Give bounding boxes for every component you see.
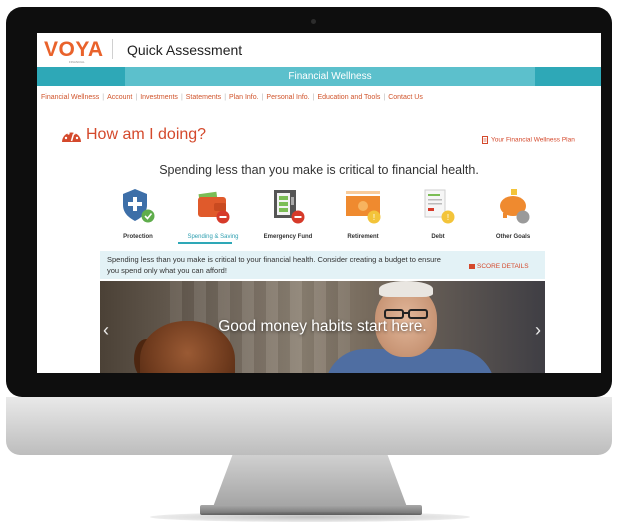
nav-separator: | bbox=[135, 94, 138, 101]
category-emergency-fund[interactable]: Emergency Fund bbox=[253, 183, 323, 245]
hero-man-hair bbox=[379, 281, 433, 297]
active-tab-indicator bbox=[178, 242, 232, 244]
shield-icon bbox=[123, 189, 155, 223]
category-protection[interactable]: Protection bbox=[103, 183, 173, 245]
nav-financial-wellness[interactable]: Financial Wellness bbox=[41, 94, 99, 101]
page-title: Quick Assessment bbox=[127, 42, 243, 58]
section-title: How am I doing? bbox=[86, 126, 207, 143]
nav-account[interactable]: Account bbox=[107, 94, 132, 101]
nav-separator: | bbox=[102, 94, 105, 101]
nav-statements[interactable]: Statements bbox=[186, 94, 221, 101]
monitor-stand bbox=[213, 455, 407, 507]
app-header: VOYA FINANCIAL Quick Assessment bbox=[37, 33, 601, 65]
nav-separator: | bbox=[261, 94, 264, 101]
info-text: Spending less than you make is critical … bbox=[107, 255, 441, 275]
nav-separator: | bbox=[180, 94, 183, 101]
nav-education-and-tools[interactable]: Education and Tools bbox=[317, 94, 380, 101]
banner-label: Financial Wellness bbox=[288, 71, 372, 82]
screen: VOYA FINANCIAL Quick Assessment Financia… bbox=[37, 33, 601, 373]
category-label: Other Goals bbox=[495, 234, 531, 240]
hero-headline: Good money habits start here. bbox=[218, 318, 427, 335]
info-panel: Spending less than you make is critical … bbox=[100, 251, 545, 279]
carousel-next-icon[interactable]: › bbox=[535, 321, 541, 339]
header-divider bbox=[112, 39, 113, 59]
category-label: Debt bbox=[431, 234, 445, 240]
bill-icon: ! bbox=[424, 189, 455, 224]
camera-icon bbox=[311, 19, 316, 24]
category-label: Retirement bbox=[347, 234, 379, 240]
monitor-chin bbox=[6, 397, 612, 455]
wallet-icon bbox=[198, 191, 230, 224]
document-icon bbox=[482, 136, 488, 144]
headline: Spending less than you make is critical … bbox=[159, 163, 479, 177]
piggy-bank-icon bbox=[500, 189, 530, 224]
category-other-goals[interactable]: Other Goals bbox=[478, 183, 548, 245]
svg-text:!: ! bbox=[447, 213, 449, 222]
gauge-icon bbox=[62, 132, 81, 142]
safe-icon bbox=[274, 190, 305, 224]
nav-investments[interactable]: Investments bbox=[140, 94, 178, 101]
score-icon bbox=[469, 263, 475, 269]
nav-plan-info[interactable]: Plan Info. bbox=[229, 94, 259, 101]
wellness-plan-link-label: Your Financial Wellness Plan bbox=[491, 136, 575, 144]
carousel-prev-icon[interactable]: ‹ bbox=[103, 321, 109, 339]
category-retirement[interactable]: ! Retirement bbox=[328, 183, 398, 245]
score-details-label: SCORE DETAILS bbox=[477, 263, 529, 270]
score-details-link[interactable]: SCORE DETAILS bbox=[469, 263, 529, 270]
wellness-plan-link[interactable]: Your Financial Wellness Plan bbox=[482, 136, 575, 144]
category-label: Protection bbox=[123, 234, 153, 240]
logo-subtitle: FINANCIAL bbox=[69, 60, 85, 64]
banner-tab: Financial Wellness bbox=[125, 67, 535, 86]
category-label: Spending & Saving bbox=[187, 234, 239, 240]
hero-carousel: Good money habits start here. ‹ › bbox=[100, 281, 545, 373]
main-nav: Financial Wellness | Account | Investments | S… bbox=[41, 94, 601, 108]
category-row: Protection Spending & Saving Emergency F… bbox=[103, 183, 543, 245]
banner-bar: Financial Wellness bbox=[37, 67, 601, 86]
nav-separator: | bbox=[224, 94, 227, 101]
monitor-shadow bbox=[150, 512, 470, 522]
category-spending-saving[interactable]: Spending & Saving bbox=[178, 183, 248, 245]
category-debt[interactable]: ! Debt bbox=[403, 183, 473, 245]
nav-separator: | bbox=[312, 94, 315, 101]
voya-logo[interactable]: VOYA bbox=[44, 38, 104, 62]
nav-separator: | bbox=[383, 94, 386, 101]
nav-contact-us[interactable]: Contact Us bbox=[388, 94, 423, 101]
svg-text:!: ! bbox=[373, 213, 375, 222]
nav-personal-info[interactable]: Personal Info. bbox=[266, 94, 309, 101]
category-label: Emergency Fund bbox=[263, 234, 313, 240]
cash-icon: ! bbox=[346, 191, 381, 224]
